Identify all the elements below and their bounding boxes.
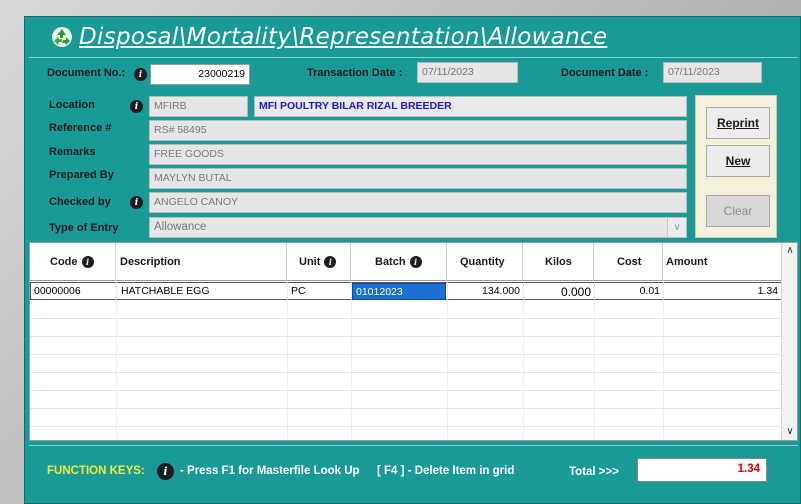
prepared-by-field[interactable]: MAYLYN BUTAL: [149, 168, 687, 189]
column-header-quantity[interactable]: Quantity: [447, 243, 523, 281]
column-header-description[interactable]: Description: [116, 243, 287, 281]
table-row-empty[interactable]: [30, 319, 782, 337]
clear-button[interactable]: Clear: [706, 195, 770, 227]
table-row-empty[interactable]: [30, 337, 782, 355]
column-header-code[interactable]: Code i: [30, 243, 116, 281]
column-divider: [594, 281, 595, 440]
cell-batch[interactable]: 01012023: [352, 283, 446, 300]
batch-info-icon[interactable]: i: [409, 256, 422, 268]
cell-unit[interactable]: PC: [288, 283, 352, 300]
column-header-kilos[interactable]: Kilos: [523, 243, 594, 281]
cell-description[interactable]: HATCHABLE EGG: [117, 283, 288, 300]
function-keys-info-icon: i: [157, 463, 174, 480]
document-date-label: Document Date :: [561, 67, 649, 79]
grid-vertical-scrollbar[interactable]: ∧ ∨: [781, 243, 797, 440]
type-of-entry-label: Type of Entry: [49, 222, 119, 234]
cell-cost[interactable]: 0.01: [595, 283, 664, 300]
column-divider: [116, 281, 117, 440]
column-header-batch[interactable]: Batch i: [351, 243, 447, 281]
table-row-empty[interactable]: [30, 373, 782, 391]
footer-bar: FUNCTION KEYS: i - Press F1 for Masterfi…: [29, 445, 798, 501]
remarks-label: Remarks: [49, 146, 96, 158]
checked-by-field[interactable]: ANGELO CANOY: [149, 192, 687, 213]
column-divider: [287, 281, 288, 440]
document-no-field[interactable]: 23000219: [150, 64, 250, 85]
header-panel: Document No.: i 23000219 Transaction Dat…: [29, 57, 798, 240]
remarks-field[interactable]: FREE GOODS: [149, 144, 687, 165]
table-row-empty[interactable]: [30, 427, 782, 440]
grid-header: Code i Description Unit i Batch i Quantity …: [30, 243, 782, 281]
items-grid: Code i Description Unit i Batch i Quantity …: [29, 242, 798, 441]
title-bar: Disposal\Mortality\Representation\Allowa…: [25, 17, 800, 57]
table-row-empty[interactable]: [30, 409, 782, 427]
table-row-empty[interactable]: [30, 355, 782, 373]
cell-kilos[interactable]: 0.000: [524, 283, 595, 300]
reference-field[interactable]: RS# 58495: [149, 120, 687, 141]
column-header-unit[interactable]: Unit i: [287, 243, 351, 281]
document-no-info-icon[interactable]: i: [134, 68, 147, 81]
cell-amount[interactable]: 1.34: [664, 283, 781, 300]
f4-hint-text: [ F4 ] - Delete Item in grid: [377, 465, 515, 477]
prepared-by-label: Prepared By: [49, 169, 114, 181]
reprint-button[interactable]: Reprint: [706, 107, 770, 139]
total-amount-field: 1.34: [637, 458, 767, 482]
reference-label: Reference #: [49, 122, 112, 134]
code-info-icon[interactable]: i: [81, 256, 94, 268]
table-row[interactable]: 00000006 HATCHABLE EGG PC 01012023 134.0…: [30, 282, 782, 300]
table-row-empty[interactable]: [30, 301, 782, 319]
column-divider: [523, 281, 524, 440]
scroll-down-icon[interactable]: ∨: [782, 424, 797, 440]
document-no-label: Document No.:: [47, 67, 126, 79]
transaction-date-field[interactable]: 07/11/2023: [417, 62, 518, 83]
cell-code[interactable]: 00000006: [31, 283, 117, 300]
table-row-empty[interactable]: [30, 391, 782, 409]
disposal-window: Disposal\Mortality\Representation\Allowa…: [24, 16, 801, 504]
document-date-field[interactable]: 07/11/2023: [663, 62, 762, 83]
cell-quantity[interactable]: 134.000: [448, 283, 524, 300]
column-divider: [663, 281, 664, 440]
f1-hint-text: - Press F1 for Masterfile Look Up: [180, 465, 360, 477]
location-code-field[interactable]: MFIRB: [149, 96, 248, 117]
window-title: Disposal\Mortality\Representation\Allowa…: [79, 24, 608, 50]
total-label: Total >>>: [569, 466, 619, 478]
transaction-date-label: Transaction Date :: [307, 67, 403, 79]
location-info-icon[interactable]: i: [130, 100, 143, 113]
unit-info-icon[interactable]: i: [324, 256, 337, 268]
column-header-cost[interactable]: Cost: [594, 243, 663, 281]
recycle-icon: [52, 27, 72, 47]
checked-by-label: Checked by: [49, 196, 111, 208]
function-keys-label: FUNCTION KEYS:: [47, 465, 145, 477]
column-divider: [447, 281, 448, 440]
scroll-up-icon[interactable]: ∧: [782, 243, 797, 259]
new-button[interactable]: New: [706, 145, 770, 177]
location-label: Location: [49, 99, 95, 111]
column-divider: [351, 281, 352, 440]
type-of-entry-select[interactable]: Allowance: [149, 217, 687, 238]
column-header-amount[interactable]: Amount: [663, 243, 782, 281]
location-name-field: MFI POULTRY BILAR RIZAL BREEDER: [254, 96, 687, 117]
action-button-panel: Reprint New Clear: [695, 95, 777, 238]
checked-by-info-icon[interactable]: i: [130, 196, 143, 209]
